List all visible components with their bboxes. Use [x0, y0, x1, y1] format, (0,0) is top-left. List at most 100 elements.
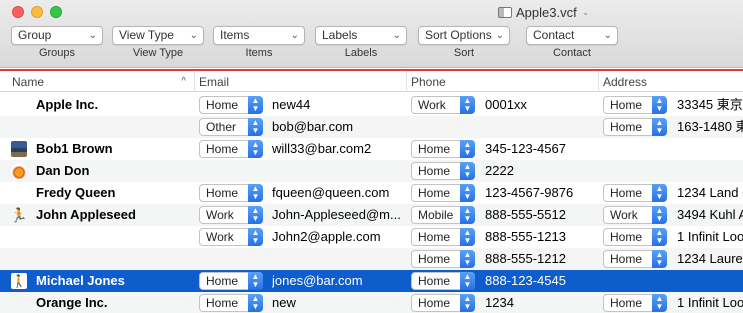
phone-value[interactable]: 888-555-5512	[485, 204, 597, 226]
chevron-down-icon: ⌄	[88, 30, 97, 41]
address-label-popup[interactable]: Home ▲ ▼	[603, 184, 667, 202]
table-row[interactable]: Fredy Queen Home ▲ ▼ fqueen@queen.com Home ▲ ▼ 1…	[0, 182, 743, 204]
table-row[interactable]: Apple Inc. Home ▲ ▼ new44 Work ▲ ▼ 0001xx Home ▲ ▼ 3…	[0, 94, 743, 116]
email-label-popup[interactable]: Home ▲ ▼	[199, 184, 263, 202]
table-row[interactable]: Bob1 Brown Home ▲ ▼ will33@bar.com2 Home ▲ ▼ 345…	[0, 138, 743, 160]
email-value[interactable]: bob@bar.com	[272, 116, 406, 138]
close-window-button[interactable]	[12, 6, 24, 18]
items-popup[interactable]: Items ⌄	[213, 26, 305, 45]
updown-chevron-icon: ▲ ▼	[248, 272, 263, 290]
address-value[interactable]: 163-1480 東京	[677, 116, 743, 138]
groups-label: Groups	[38, 47, 76, 59]
groups-popup[interactable]: Group ⌄	[11, 26, 103, 45]
email-label-popup[interactable]: Home ▲ ▼	[199, 272, 263, 290]
mountain-avatar-icon	[11, 141, 27, 157]
phone-value[interactable]: 888-123-4545	[485, 270, 597, 292]
email-label-popup[interactable]: Other ▲ ▼	[199, 118, 263, 136]
phone-label-text: Home	[418, 230, 451, 244]
address-label-popup[interactable]: Work ▲ ▼	[603, 206, 667, 224]
email-label-popup[interactable]: Work ▲ ▼	[199, 206, 263, 224]
table-row[interactable]: 🚶 Michael Jones Home ▲ ▼ jones@bar.com Home ▲ ▼ 8…	[0, 270, 743, 292]
chevron-down-icon: ⌄	[495, 30, 504, 41]
address-value[interactable]: 3494 Kuhl Av	[677, 204, 743, 226]
table-row[interactable]: 🏃 John Appleseed Work ▲ ▼ John-Appleseed@m...…	[0, 204, 743, 226]
phone-value[interactable]: 0001xx	[485, 94, 597, 116]
updown-chevron-icon: ▲ ▼	[460, 184, 475, 202]
phone-label-popup[interactable]: Home ▲ ▼	[411, 162, 475, 180]
email-label-popup[interactable]: Home ▲ ▼	[199, 140, 263, 158]
contact-popup[interactable]: Contact ⌄	[526, 26, 618, 45]
table-row[interactable]: Work ▲ ▼ John2@apple.com Home ▲ ▼ 888-555-1213 H…	[0, 226, 743, 248]
phone-value[interactable]: 888-555-1212	[485, 248, 597, 270]
labels-popup[interactable]: Labels ⌄	[315, 26, 407, 45]
view-type-popup-value: View Type	[119, 28, 174, 42]
email-label-text: Work	[206, 208, 234, 222]
address-value[interactable]: 1 Infinit Loop	[677, 292, 743, 313]
email-value[interactable]: will33@bar.com2	[272, 138, 406, 160]
contact-name: Bob1 Brown	[36, 141, 113, 156]
updown-chevron-icon: ▲ ▼	[460, 206, 475, 224]
address-label-popup[interactable]: Home ▲ ▼	[603, 118, 667, 136]
address-label-text: Home	[610, 98, 643, 112]
email-label-popup[interactable]: Home ▲ ▼	[199, 294, 263, 312]
table-row[interactable]: Dan Don Home ▲ ▼ 2222	[0, 160, 743, 182]
phone-label-text: Home	[418, 296, 451, 310]
table-row[interactable]: Home ▲ ▼ 888-555-1212 Home ▲ ▼ 1234 Laurel	[0, 248, 743, 270]
window-toolbar: Apple3.vcf ⌄ Group ⌄ Groups View Type ⌄ Vi…	[0, 0, 743, 68]
updown-chevron-icon: ▲ ▼	[248, 96, 263, 114]
email-value[interactable]: new44	[272, 94, 406, 116]
phone-label-popup[interactable]: Home ▲ ▼	[411, 250, 475, 268]
phone-value[interactable]: 888-555-1213	[485, 226, 597, 248]
phone-label-popup[interactable]: Mobile ▲ ▼	[411, 206, 475, 224]
groups-popup-value: Group	[18, 28, 52, 42]
address-label-popup[interactable]: Home ▲ ▼	[603, 228, 667, 246]
sort-tool: Sort Options ⌄ Sort	[418, 26, 510, 62]
contact-popup-value: Contact	[533, 28, 575, 42]
address-label-text: Home	[610, 230, 643, 244]
sort-options-popup[interactable]: Sort Options ⌄	[418, 26, 510, 45]
updown-chevron-icon: ▲ ▼	[460, 294, 475, 312]
labels-label: Labels	[344, 47, 378, 59]
email-value[interactable]: fqueen@queen.com	[272, 182, 406, 204]
phone-value[interactable]: 123-4567-9876	[485, 182, 597, 204]
table-row[interactable]: Other ▲▼ bob@bar.com Home ▲▼ 163-1480 東京	[0, 116, 743, 138]
zoom-window-button[interactable]	[50, 6, 62, 18]
address-label-text: Home	[610, 120, 643, 134]
phone-value[interactable]: 345-123-4567	[485, 138, 597, 160]
column-header-name-label: Name	[12, 75, 45, 89]
window-title[interactable]: Apple3.vcf ⌄	[498, 3, 589, 21]
chevron-down-icon: ⌄	[581, 6, 590, 17]
address-value[interactable]: 1234 Laurel	[677, 248, 743, 270]
phone-label-popup[interactable]: Home ▲ ▼	[411, 228, 475, 246]
column-header-address-label: Address	[603, 75, 648, 89]
column-header-name[interactable]: Name ^	[0, 71, 194, 92]
phone-label-popup[interactable]: Home ▲ ▼	[411, 184, 475, 202]
phone-label-popup[interactable]: Home ▲ ▼	[411, 294, 475, 312]
phone-value[interactable]: 2222	[485, 160, 597, 182]
column-header-email[interactable]: Email	[194, 71, 406, 92]
email-value[interactable]: John-Appleseed@m...	[272, 204, 406, 226]
sort-label: Sort	[453, 47, 475, 59]
phone-label-text: Home	[418, 252, 451, 266]
email-label-popup[interactable]: Home ▲ ▼	[199, 96, 263, 114]
email-value[interactable]: jones@bar.com	[272, 270, 406, 292]
column-header-address[interactable]: Address	[598, 71, 743, 92]
address-value[interactable]: 1234 Land Co	[677, 182, 743, 204]
address-label-popup[interactable]: Home ▲ ▼	[603, 294, 667, 312]
view-type-popup[interactable]: View Type ⌄	[112, 26, 204, 45]
email-value[interactable]: new	[272, 292, 406, 313]
table-row[interactable]: Orange Inc. Home ▲ ▼ new Home ▲ ▼ 1234 Home ▲ ▼ 1 In…	[0, 292, 743, 313]
address-label-popup[interactable]: Home ▲ ▼	[603, 250, 667, 268]
address-value[interactable]: 33345 東京都	[677, 94, 743, 116]
minimize-window-button[interactable]	[31, 6, 43, 18]
address-value[interactable]: 1 Infinit Loop	[677, 226, 743, 248]
column-header-phone[interactable]: Phone	[406, 71, 598, 92]
address-label-popup[interactable]: Home ▲ ▼	[603, 96, 667, 114]
email-value[interactable]: John2@apple.com	[272, 226, 406, 248]
view-type-label: View Type	[132, 47, 184, 59]
phone-value[interactable]: 1234	[485, 292, 597, 313]
phone-label-popup[interactable]: Home ▲ ▼	[411, 272, 475, 290]
phone-label-popup[interactable]: Home ▲ ▼	[411, 140, 475, 158]
phone-label-popup[interactable]: Work ▲ ▼	[411, 96, 475, 114]
email-label-popup[interactable]: Work ▲ ▼	[199, 228, 263, 246]
